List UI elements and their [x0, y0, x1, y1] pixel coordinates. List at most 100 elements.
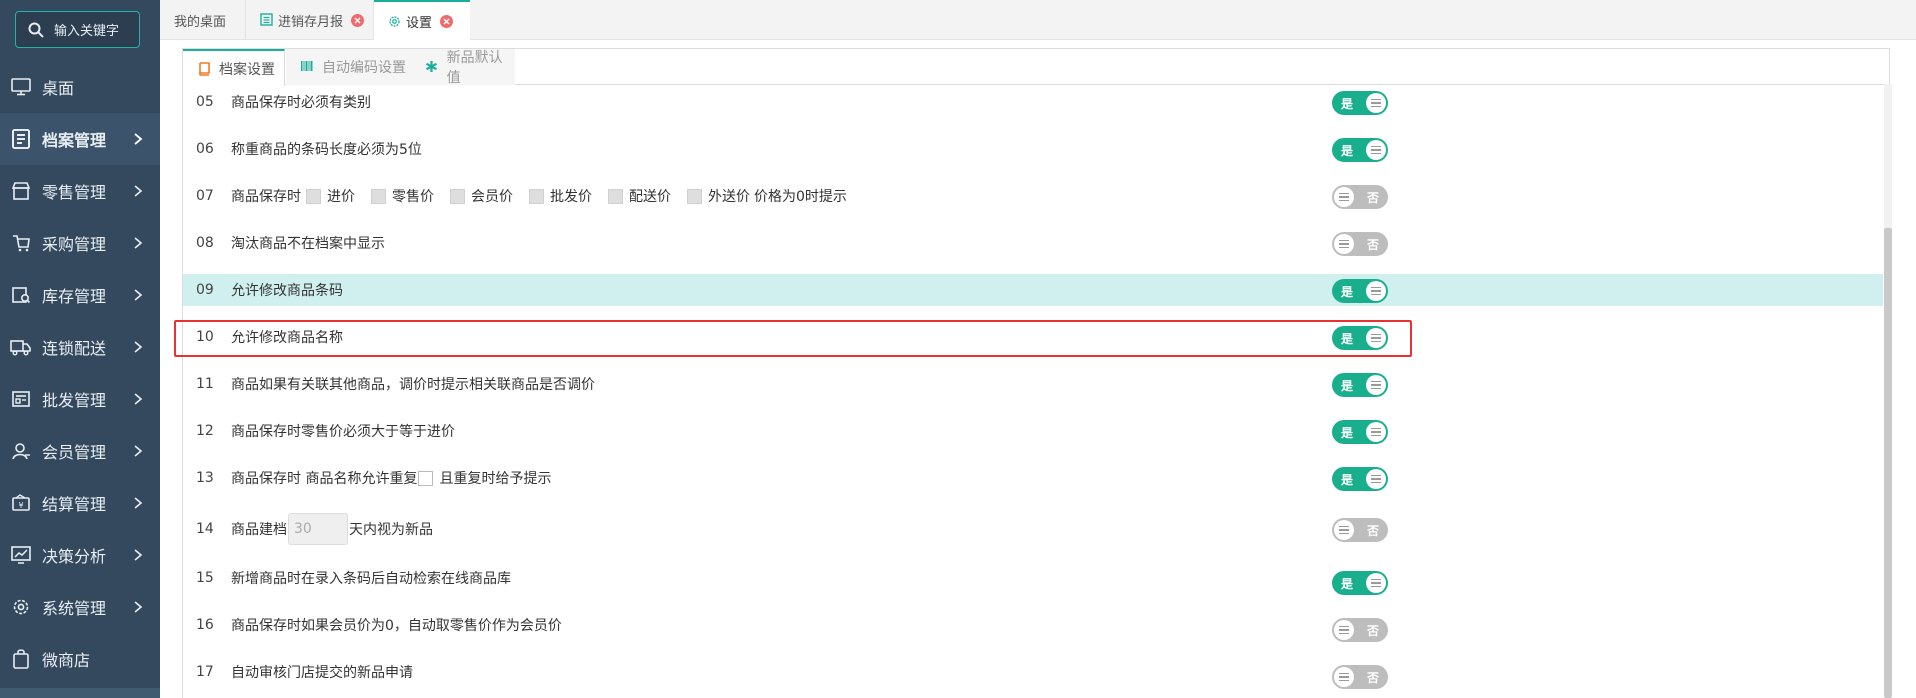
purchase-icon: [10, 232, 32, 254]
toggle-knob: [1366, 93, 1386, 113]
toggle-knob: [1366, 375, 1386, 395]
search-box[interactable]: 输入关键字: [15, 11, 140, 48]
toggle-switch[interactable]: 是: [1332, 326, 1388, 350]
toggle-label: 是: [1341, 426, 1354, 440]
row-number: 15: [196, 570, 214, 586]
report-icon: [260, 13, 274, 27]
price-checkbox[interactable]: [687, 188, 702, 204]
subtab-label: 自动编码设置: [322, 60, 406, 76]
toggle-switch[interactable]: 是: [1332, 279, 1388, 303]
sidebar-item-wholesale[interactable]: 批发管理: [0, 373, 160, 425]
row-number: 07: [196, 188, 214, 204]
sidebar-item-archive[interactable]: 档案管理: [0, 113, 160, 165]
subtab-label: 档案设置: [219, 61, 275, 78]
row-text: 自动审核门店提交的新品申请: [231, 665, 413, 681]
duplicate-prompt-checkbox[interactable]: [418, 470, 434, 486]
sidebar-item-system[interactable]: 系统管理: [0, 581, 160, 633]
toggle-label: 否: [1366, 191, 1379, 205]
toggle-switch[interactable]: 是: [1332, 91, 1388, 115]
setting-row: 10 允许修改商品名称: [183, 321, 1883, 353]
row-prefix: 商品保存时 商品名称允许重复: [231, 471, 418, 487]
row-suffix: 且重复时给予提示: [439, 471, 552, 487]
checkbox-label: 进价: [327, 189, 355, 205]
wholesale-icon: [10, 388, 32, 410]
close-icon[interactable]: [351, 13, 365, 27]
sidebar-item-settlement[interactable]: ¥ 结算管理: [0, 477, 160, 529]
book-icon: [197, 61, 211, 76]
toggle-switch[interactable]: 是: [1332, 571, 1388, 595]
barcode-icon: [300, 60, 314, 74]
tab-monthly-report[interactable]: 进销存月报: [246, 0, 374, 40]
chevron-right-icon: [134, 393, 143, 405]
toggle-label: 是: [1341, 332, 1354, 346]
sidebar-item-microshop[interactable]: 微商店: [0, 633, 160, 685]
row-number: 11: [196, 376, 214, 392]
price-checkbox[interactable]: [529, 188, 544, 204]
sidebar-item-label: 决策分析: [42, 547, 107, 566]
sidebar-item-label: 桌面: [42, 79, 75, 98]
row-number: 10: [196, 329, 214, 345]
search-icon: [28, 22, 44, 38]
subtab-auto-code-settings[interactable]: 自动编码设置: [286, 49, 411, 85]
row-text: 允许修改商品条码: [231, 283, 343, 299]
store-icon: [10, 180, 32, 202]
chevron-right-icon: [134, 497, 143, 509]
toggle-knob: [1366, 328, 1386, 348]
subtab-label: 新品默认值: [446, 50, 503, 86]
sidebar-item-delivery[interactable]: 连锁配送: [0, 321, 160, 373]
top-tab-bar: 我的桌面 进销存月报 设置: [160, 0, 1916, 41]
toggle-switch[interactable]: 是: [1332, 420, 1388, 444]
sidebar-item-label: 微商店: [42, 651, 91, 670]
subtab-archive-settings[interactable]: 档案设置: [183, 49, 285, 86]
search-placeholder: 输入关键字: [54, 24, 120, 39]
tab-label: 我的桌面: [174, 14, 227, 30]
toggle-label: 是: [1341, 379, 1354, 393]
member-icon: [10, 440, 32, 462]
setting-row: 11 商品如果有关联其他商品，调价时提示相关联商品是否调价: [183, 368, 1883, 400]
subtab-new-product-defaults[interactable]: 新品默认值: [411, 49, 515, 86]
toggle-switch[interactable]: 否: [1332, 618, 1388, 642]
sidebar-item-member[interactable]: 会员管理: [0, 425, 160, 477]
toggle-switch[interactable]: 否: [1332, 518, 1388, 542]
setting-row: 13 商品保存时 商品名称允许重复 且重复时给予提示: [183, 462, 1883, 494]
tab-settings[interactable]: 设置: [374, 0, 470, 41]
checkbox-label: 外送价: [708, 189, 750, 205]
toggle-switch[interactable]: 是: [1332, 373, 1388, 397]
price-checkbox[interactable]: [450, 188, 465, 204]
row-text: 商品保存时 商品名称允许重复 且重复时给予提示: [231, 468, 551, 488]
sidebar-item-desktop[interactable]: 桌面: [0, 61, 160, 113]
toggle-switch[interactable]: 否: [1332, 665, 1388, 689]
setting-row: 15 新增商品时在录入条码后自动检索在线商品库: [183, 562, 1883, 594]
toggle-label: 否: [1366, 524, 1379, 538]
row-text: 允许修改商品名称: [231, 330, 343, 346]
toggle-knob: [1366, 422, 1386, 442]
scrollbar-thumb[interactable]: [1884, 228, 1892, 698]
setting-row: 14 商品建档 天内视为新品: [183, 510, 1883, 548]
toggle-knob: [1366, 573, 1386, 593]
toggle-switch[interactable]: 否: [1332, 185, 1388, 209]
toggle-switch[interactable]: 是: [1332, 467, 1388, 491]
setting-row-highlighted: 09 允许修改商品条码: [183, 274, 1883, 306]
sidebar-item-inventory[interactable]: 库存管理: [0, 269, 160, 321]
tab-my-desktop[interactable]: 我的桌面: [160, 0, 246, 40]
sidebar-item-label: 批发管理: [42, 391, 107, 410]
row-text: 称重商品的条码长度必须为5位: [231, 142, 422, 158]
toggle-switch[interactable]: 是: [1332, 138, 1388, 162]
sidebar-item-purchase[interactable]: 采购管理: [0, 217, 160, 269]
price-checkbox[interactable]: [371, 188, 386, 204]
sidebar-item-retail[interactable]: 零售管理: [0, 165, 160, 217]
shop-bag-icon: [10, 648, 32, 670]
toggle-knob: [1334, 187, 1354, 207]
close-icon[interactable]: [440, 15, 454, 28]
row-number: 09: [196, 282, 214, 298]
price-checkbox[interactable]: [608, 188, 623, 204]
new-product-days-input[interactable]: [288, 513, 348, 545]
sidebar-bottom-strip: [0, 688, 160, 698]
price-checkbox[interactable]: [306, 188, 321, 204]
chart-icon: [10, 544, 32, 566]
row-number: 14: [196, 521, 214, 537]
sidebar-menu: 桌面 档案管理 零售管理 采购管理 库存管理 连锁配送 批发管理 会员管理 ¥ …: [0, 61, 160, 685]
sidebar-item-analysis[interactable]: 决策分析: [0, 529, 160, 581]
toggle-switch[interactable]: 否: [1332, 232, 1388, 256]
toggle-knob: [1334, 234, 1354, 254]
